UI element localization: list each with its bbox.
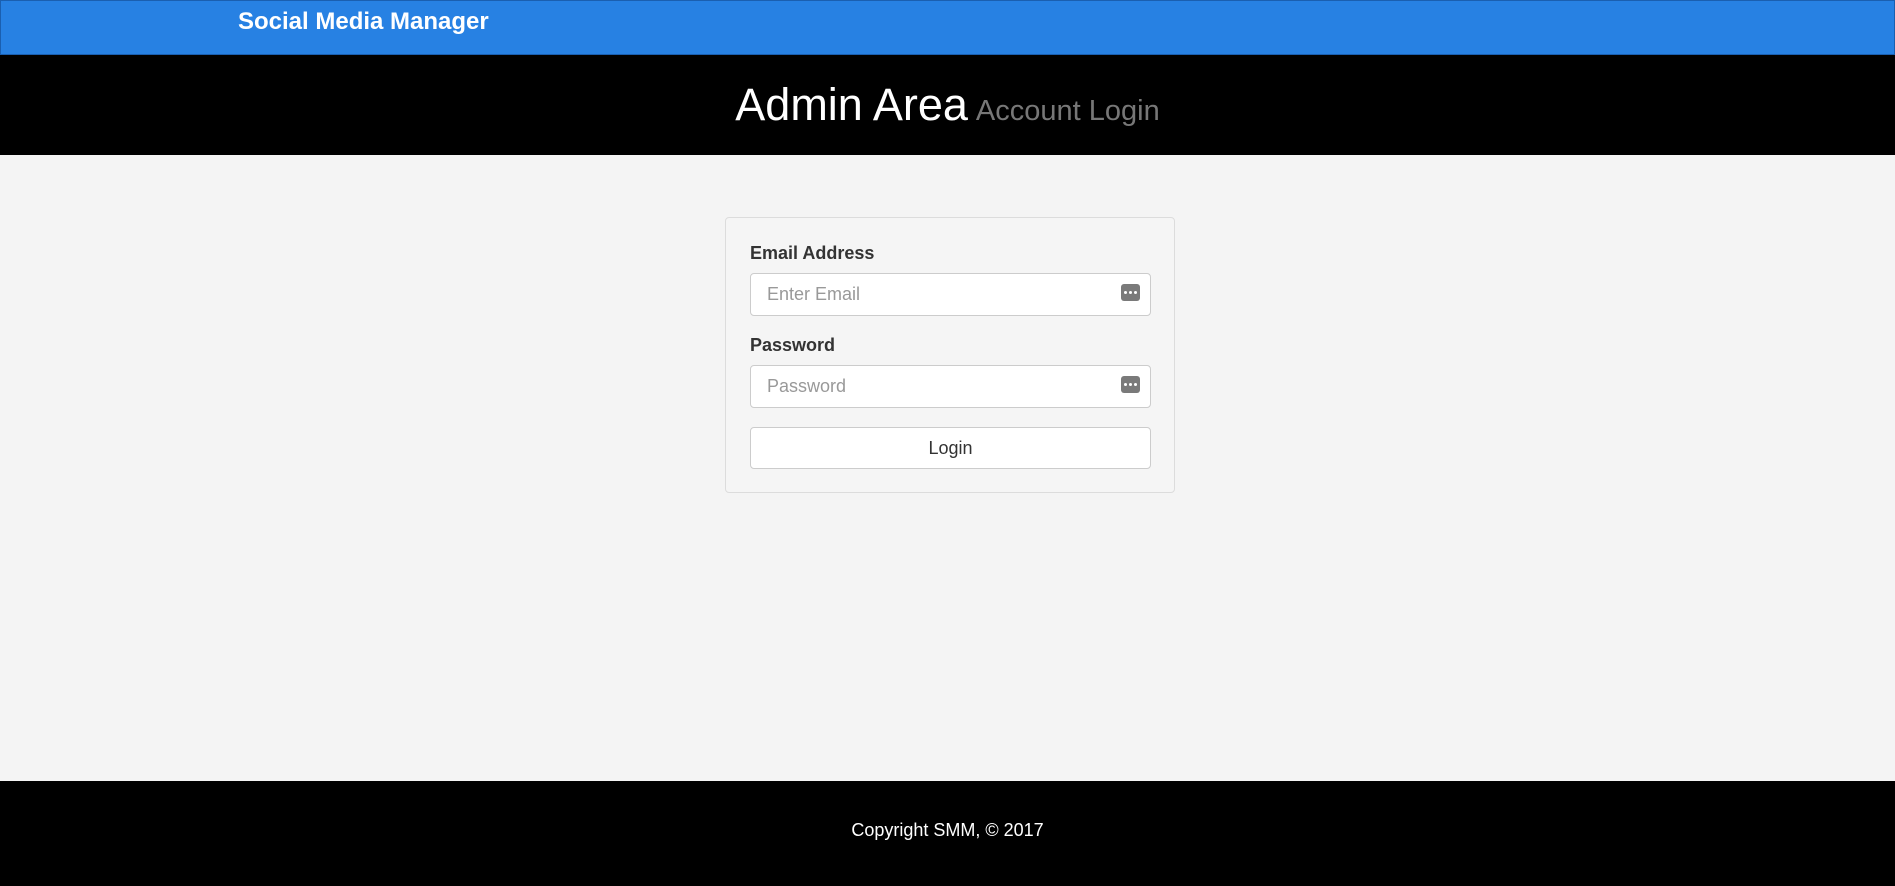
header-heading: Admin Area Account Login [0,79,1895,131]
email-field-wrapper [750,273,1151,316]
login-button[interactable]: Login [750,427,1151,469]
email-field[interactable] [751,274,1150,315]
page-footer: Copyright SMM, © 2017 [0,781,1895,886]
email-label: Email Address [750,243,875,263]
top-navbar: Social Media Manager [0,0,1895,55]
password-label: Password [750,335,836,355]
password-manager-icon[interactable] [1121,284,1140,301]
main-content: Email Address Password Login [0,155,1895,781]
login-form: Email Address Password Login [725,217,1175,493]
page-subtitle: Account Login [975,95,1160,127]
password-field-wrapper [750,365,1151,408]
page-title: Admin Area [735,79,968,130]
password-manager-icon[interactable] [1121,376,1140,393]
brand-link[interactable]: Social Media Manager [238,8,489,36]
password-field[interactable] [751,366,1150,407]
page-header: Admin Area Account Login [0,55,1895,155]
copyright-text: Copyright SMM, © 2017 [851,820,1044,840]
